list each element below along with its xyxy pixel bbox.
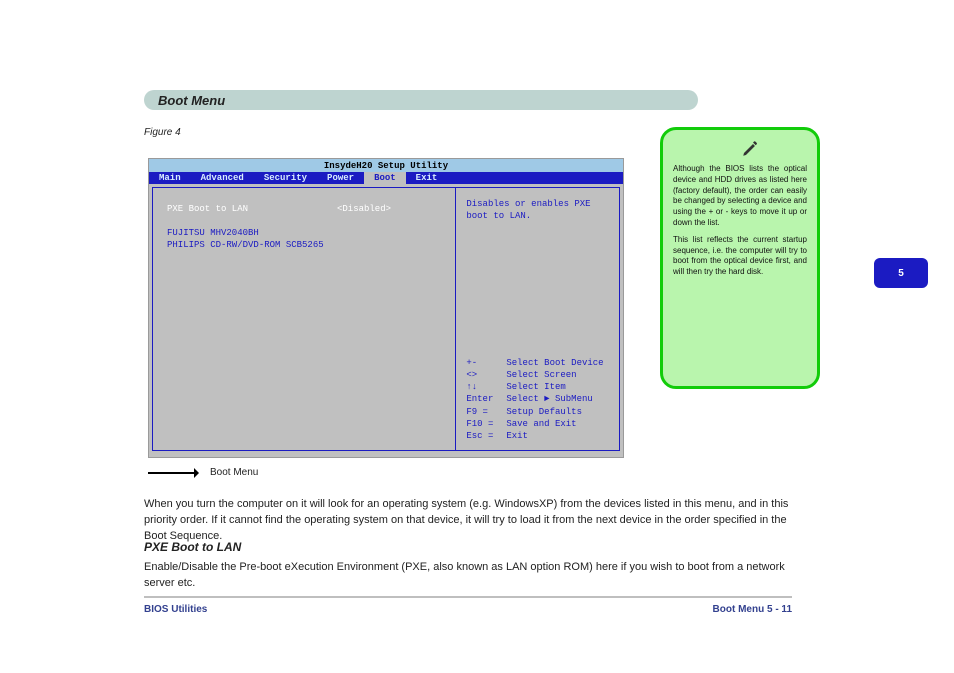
footer-rule: [144, 596, 792, 598]
bios-left-pane: PXE Boot to LAN <Disabled> FUJITSU MHV20…: [152, 187, 455, 451]
key-desc: Select Item: [506, 381, 565, 393]
boot-device-item[interactable]: PHILIPS CD-RW/DVD-ROM SCB5265: [167, 240, 445, 250]
bios-help-pane: Disables or enables PXE boot to LAN. +-S…: [455, 187, 620, 451]
bios-setting-row[interactable]: PXE Boot to LAN <Disabled>: [167, 204, 445, 214]
figure-caption: Figure 4: [144, 127, 181, 138]
key-desc: Select Screen: [506, 369, 576, 381]
section-heading-text: Boot Menu: [158, 93, 225, 108]
bios-title-bar: InsydeH20 Setup Utility: [149, 159, 623, 172]
key-hint: Enter: [466, 393, 506, 405]
chapter-tab: 5: [874, 258, 928, 288]
bios-key-legend: +-Select Boot Device <>Select Screen ↑↓S…: [466, 357, 609, 442]
key-desc: Select Boot Device: [506, 357, 603, 369]
footer-right: Boot Menu 5 - 11: [713, 604, 792, 615]
key-hint: F10 =: [466, 418, 506, 430]
pencil-icon: [741, 140, 759, 158]
tab-exit[interactable]: Exit: [406, 172, 448, 184]
arrow-icon: [148, 468, 204, 478]
note-paragraph: Although the BIOS lists the optical devi…: [673, 164, 807, 229]
bios-help-line: boot to LAN.: [466, 210, 609, 222]
footer-left: BIOS Utilities: [144, 604, 207, 615]
bios-setting-label: PXE Boot to LAN: [167, 204, 337, 214]
bios-menu-bar: Main Advanced Security Power Boot Exit: [149, 172, 623, 184]
bios-help-line: Disables or enables PXE: [466, 198, 609, 210]
key-desc: Exit: [506, 430, 528, 442]
subheading: PXE Boot to LAN: [144, 540, 241, 554]
body-paragraph: When you turn the computer on it will lo…: [144, 497, 792, 545]
body-paragraph: Enable/Disable the Pre-boot eXecution En…: [144, 560, 792, 592]
boot-device-item[interactable]: FUJITSU MHV2040BH: [167, 228, 445, 238]
key-desc: Save and Exit: [506, 418, 576, 430]
bios-setting-value[interactable]: <Disabled>: [337, 204, 391, 214]
note-callout: Although the BIOS lists the optical devi…: [660, 127, 820, 389]
key-hint: ↑↓: [466, 381, 506, 393]
bios-window: InsydeH20 Setup Utility Main Advanced Se…: [148, 158, 624, 458]
key-hint: F9 =: [466, 406, 506, 418]
tab-advanced[interactable]: Advanced: [191, 172, 254, 184]
tab-power[interactable]: Power: [317, 172, 364, 184]
tab-main[interactable]: Main: [149, 172, 191, 184]
figure-subcaption-text: Boot Menu: [210, 467, 258, 478]
key-hint: +-: [466, 357, 506, 369]
chapter-tab-number: 5: [898, 268, 904, 279]
key-desc: Setup Defaults: [506, 406, 582, 418]
section-heading: Boot Menu: [144, 90, 698, 110]
tab-security[interactable]: Security: [254, 172, 317, 184]
key-hint: <>: [466, 369, 506, 381]
note-paragraph: This list reflects the current startup s…: [673, 235, 807, 278]
key-hint: Esc =: [466, 430, 506, 442]
figure-subcaption: Boot Menu: [148, 467, 258, 478]
key-desc: Select ► SubMenu: [506, 393, 592, 405]
tab-boot[interactable]: Boot: [364, 172, 406, 184]
